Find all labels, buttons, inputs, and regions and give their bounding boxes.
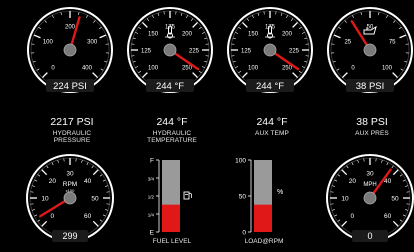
unit-label: % [277, 189, 283, 196]
aux-pres-label: AUX PRES [355, 130, 389, 137]
tick-label: 10 [341, 196, 349, 203]
tick-label: 175 [265, 25, 276, 31]
tick-label: 20 [49, 178, 57, 185]
hydraulic-temperature-gauge: 100 125 150 175 200 225 250 244 °F [127, 7, 213, 93]
needle-hub [63, 43, 77, 57]
scale-label: 0 [242, 230, 246, 237]
tick-label: 300 [87, 39, 98, 45]
rpm-unit-label: RPM [63, 181, 77, 188]
aux-pres-value: 38 PSI [356, 116, 388, 128]
load-rpm-fill [254, 204, 272, 232]
hydraulic-temperature-label: HYDRAULIC TEMPERATURE [147, 130, 197, 144]
aux-temp-gauge: 100 125 150 175 200 225 250 244 °F [227, 7, 313, 93]
scale-label: 50 [239, 194, 247, 201]
scale-label: F [150, 158, 154, 165]
tick-label: 225 [189, 49, 200, 55]
tick-label: 50 [91, 196, 99, 203]
mph-unit-label: MPH [363, 182, 376, 188]
tick-label: 75 [389, 39, 396, 45]
scale-label: 3/4 [148, 177, 155, 182]
aux-temp-label: AUX TEMP [255, 130, 289, 137]
scale-label: 100 [235, 158, 246, 165]
aux-pressure-gauge: 025507510038 PSI [327, 7, 413, 93]
tick-label: 10 [41, 196, 49, 203]
scale-label: 1/2 [148, 195, 155, 200]
tick-label: 175 [165, 25, 176, 31]
tick-label: 125 [141, 49, 152, 55]
load-rpm-label: LOAD@RPM [244, 238, 284, 245]
tick-label: 20 [349, 178, 357, 185]
tick-label: 0 [351, 213, 355, 220]
tick-label: 100 [382, 65, 393, 71]
tick-label: 30 [66, 171, 74, 178]
tick-label: 25 [344, 39, 351, 45]
scale-label: 1/4 [148, 213, 155, 218]
tick-label: 200 [282, 32, 293, 38]
tick-label: 400 [82, 65, 93, 71]
tick-label: 100 [148, 65, 159, 71]
gauge-readout: 244 °F [156, 81, 184, 92]
tick-label: 200 [182, 32, 193, 38]
tick-label: 60 [384, 213, 392, 220]
gauge-readout: 38 PSI [356, 81, 385, 92]
needle-hub [263, 43, 277, 57]
needle-hub [363, 43, 377, 57]
tick-label: 225 [289, 49, 300, 55]
needle-hub [63, 191, 77, 205]
tick-label: 125 [241, 49, 252, 55]
needle-hub [363, 191, 377, 205]
tick-label: 200 [65, 25, 76, 31]
tick-label: 250 [282, 65, 293, 71]
gauge-readout: 224 PSI [53, 81, 87, 92]
tick-label: 150 [248, 32, 259, 38]
hydraulic-pressure-gauge: 0100200300400224 PSI [27, 7, 113, 93]
tick-label: 40 [84, 178, 92, 185]
tick-label: 30 [366, 171, 374, 178]
tick-label: 250 [182, 65, 193, 71]
mph-readout: 0 [367, 231, 372, 241]
tick-label: 50 [391, 196, 399, 203]
hydraulic-pressure-label: HYDRAULIC PRESSURE [52, 130, 92, 144]
scale-label: E [150, 230, 155, 237]
tick-label: 0 [51, 213, 55, 220]
gauge-readout: 244 °F [256, 81, 284, 92]
hydraulic-temperature-value: 244 °F [156, 116, 188, 128]
fuel-pump-icon [183, 191, 192, 200]
tick-label: 100 [248, 65, 259, 71]
rpm-readout: 299 [62, 231, 77, 241]
mph-gauge: 0102030405060MPH0 [326, 154, 414, 242]
fuel-level-label: FUEL LEVEL [152, 238, 192, 245]
tick-label: 60 [84, 213, 92, 220]
gauge-panel: 0 100 200 300 400 224 PSI 100 125 150 175 200 225 2… [0, 0, 414, 252]
fuel-level-fill [162, 204, 180, 232]
tick-label: 150 [148, 32, 159, 38]
hydraulic-pressure-value: 2217 PSI [50, 116, 94, 128]
needle-hub [163, 43, 177, 57]
aux-temp-value: 244 °F [256, 116, 288, 128]
rpm-gauge: 0 10 20 30 40 50 60 RPMx100 299 [26, 154, 114, 242]
fuel-level-bar: F 3/4 1/2 1/4 E [148, 158, 192, 237]
rpm-multiplier: x100 [66, 188, 75, 193]
tick-label: 100 [43, 39, 54, 45]
load-rpm-bar: 100 50 0% [235, 158, 283, 237]
